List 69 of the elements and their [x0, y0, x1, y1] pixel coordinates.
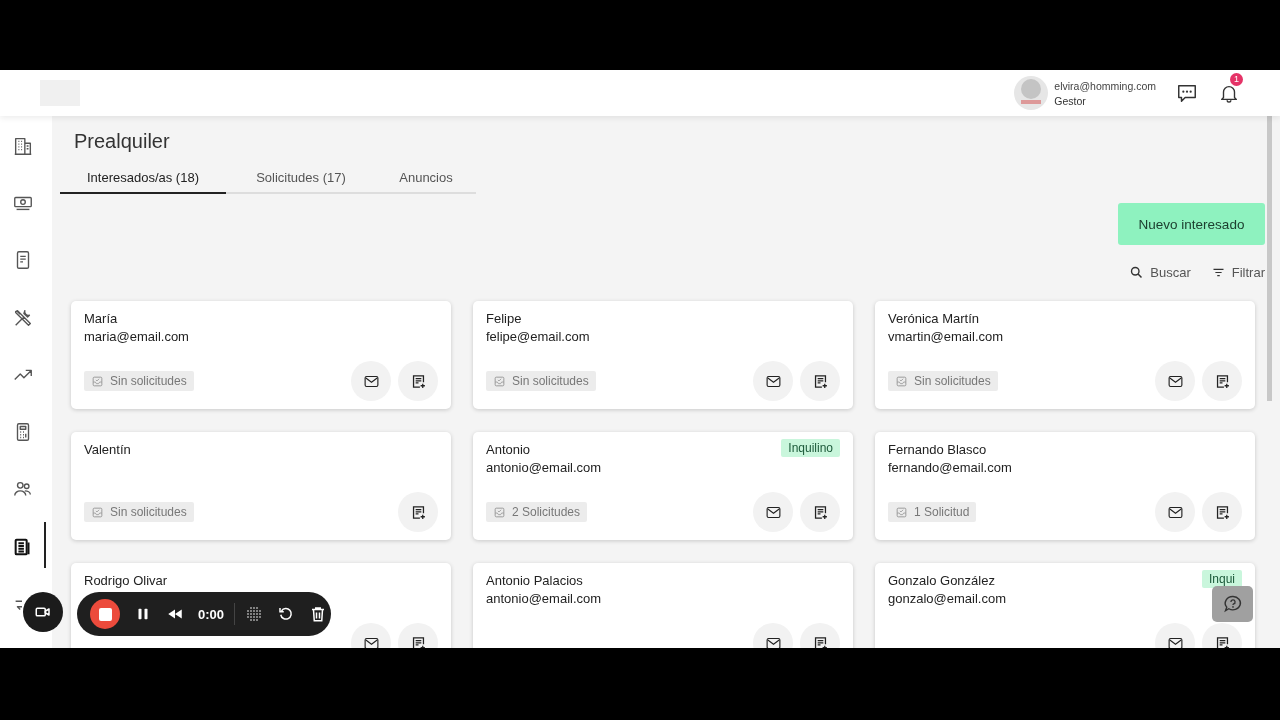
add-request-button[interactable]: [1202, 361, 1242, 401]
inbox-icon: [493, 505, 506, 519]
inbox-icon: [493, 374, 506, 388]
contact-name: Gonzalo González: [888, 572, 996, 589]
contact-name: María: [84, 310, 119, 327]
requests-badge: Sin solicitudes: [888, 371, 998, 391]
contact-email: maria@email.com: [84, 329, 189, 344]
scrollbar[interactable]: [1267, 116, 1272, 401]
tenant-tag: Inqui: [1201, 570, 1242, 588]
contact-name: Antonio Palacios: [486, 572, 584, 589]
contact-name: Antonio: [486, 441, 532, 458]
contact-email: vmartin@email.com: [888, 329, 1004, 344]
contact-card[interactable]: Antonio antonio@email.com Inquilino 2 Solicitudes: [473, 432, 853, 540]
add-request-button[interactable]: [800, 492, 840, 532]
email-button[interactable]: [753, 492, 793, 532]
inbox-icon: [91, 505, 104, 519]
grid-icon[interactable]: [245, 605, 264, 623]
contact-card[interactable]: Valentín Sin solicitudes: [71, 432, 451, 540]
requests-badge: 2 Solicitudes: [486, 502, 588, 522]
tab[interactable]: Interesados/as (18): [60, 164, 226, 194]
contact-card[interactable]: Antonio Palacios antonio@email.com: [473, 563, 853, 648]
contact-email: antonio@email.com: [486, 460, 602, 475]
contact-email: antonio@email.com: [486, 591, 602, 606]
add-request-button[interactable]: [1202, 492, 1242, 532]
contact-name: Fernando Blasco: [888, 441, 988, 458]
filter-button[interactable]: Filtrar: [1210, 265, 1265, 280]
contact-card[interactable]: Verónica Martín vmartin@email.com Sin solicitudes: [875, 301, 1255, 409]
user-role: Gestor: [1054, 94, 1087, 107]
contact-card[interactable]: Felipe felipe@email.com Sin solicitudes: [473, 301, 853, 409]
requests-badge: Sin solicitudes: [84, 371, 194, 391]
user-email: elvira@homming.com: [1054, 79, 1156, 92]
search-icon: [1129, 265, 1145, 280]
help-button[interactable]: [1212, 586, 1253, 622]
contact-name: Rodrigo Olivar: [84, 572, 168, 589]
email-button[interactable]: [1155, 492, 1195, 532]
contact-email: gonzalo@email.com: [888, 591, 1006, 606]
requests-badge: Sin solicitudes: [486, 371, 596, 391]
tenant-tag: Inquilino: [781, 439, 840, 457]
email-button[interactable]: [1155, 361, 1195, 401]
inbox-icon: [895, 374, 908, 388]
contact-email: fernando@email.com: [888, 460, 1012, 475]
add-request-button[interactable]: [800, 361, 840, 401]
contact-name: Felipe: [486, 310, 523, 327]
contact-name: Verónica Martín: [888, 310, 981, 327]
contact-email: felipe@email.com: [486, 329, 590, 344]
email-button[interactable]: [351, 361, 391, 401]
chat-icon[interactable]: [1176, 82, 1198, 104]
tab[interactable]: Anuncios: [376, 164, 476, 194]
page-title: Prealquiler: [74, 129, 171, 154]
contact-card[interactable]: Fernando Blasco fernando@email.com 1 Solicitud: [875, 432, 1255, 540]
requests-badge: 1 Solicitud: [888, 502, 977, 522]
tab[interactable]: Solicitudes (17): [226, 164, 376, 194]
contact-card[interactable]: Gonzalo González gonzalo@email.com Inqui: [875, 563, 1255, 648]
contact-name: Valentín: [84, 441, 131, 458]
add-request-button[interactable]: [398, 361, 438, 401]
recording-time: 0:00: [198, 606, 225, 622]
requests-badge: Sin solicitudes: [84, 502, 194, 522]
stop-button[interactable]: [90, 599, 120, 629]
add-request-button[interactable]: [398, 492, 438, 532]
help-icon: [1222, 594, 1243, 614]
notification-badge: 1: [1230, 73, 1243, 86]
inbox-icon: [895, 505, 908, 519]
search-button[interactable]: Buscar: [1129, 265, 1191, 280]
building-icon[interactable]: [12, 135, 34, 157]
inbox-icon: [91, 374, 104, 388]
email-button[interactable]: [753, 361, 793, 401]
contact-card[interactable]: María maria@email.com Sin solicitudes: [71, 301, 451, 409]
camera-button[interactable]: [23, 592, 63, 632]
new-interested-button[interactable]: Nuevo interesado: [1118, 203, 1265, 245]
